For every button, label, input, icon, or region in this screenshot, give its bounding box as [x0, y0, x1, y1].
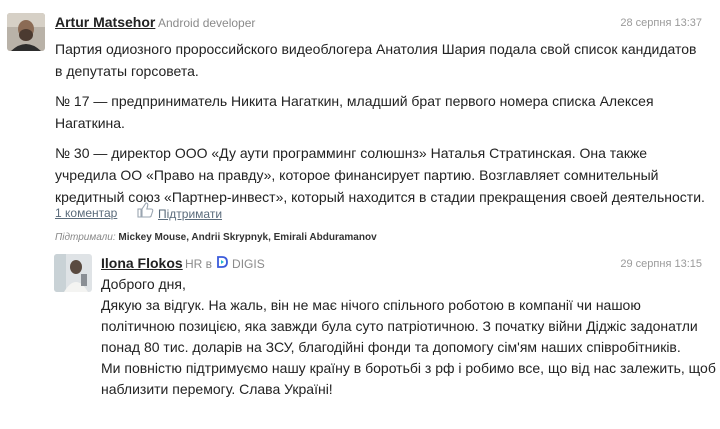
author-role: Android developer [158, 16, 256, 30]
supported-by: Підтримали: Mickey Mouse, Andrii Skrypny… [55, 232, 377, 243]
reply-date: 29 серпня 13:15 [620, 258, 702, 270]
company-name[interactable]: DIGIS [232, 257, 265, 271]
comment-body: Партия одиозного пророссийского видеобло… [55, 38, 705, 216]
supported-by-label: Підтримали: [55, 232, 116, 243]
comment-paragraph: № 30 — директор ООО «Ду аути программинг… [55, 145, 705, 205]
like-icon[interactable] [136, 202, 154, 223]
comments-count-link[interactable]: 1 коментар [55, 206, 117, 220]
reply-line: понад 80 тис. доларів на ЗСУ, благодійні… [101, 339, 681, 355]
reply-line: наблизити перемогу. Слава Україні! [101, 381, 333, 397]
reply-role-prefix: HR в [185, 256, 213, 271]
reply-role: HR в DIGIS [185, 256, 265, 271]
author-name[interactable]: Artur Matsehor [55, 14, 155, 30]
comment-paragraph: Партия одиозного пророссийского видеобло… [55, 41, 697, 79]
reply-line: Ми повністю підтримуємо нашу країну в бо… [101, 360, 716, 376]
reply-avatar[interactable] [54, 254, 92, 292]
reply-line: політичною позицією, яка завжди була сут… [101, 318, 698, 334]
digis-logo-icon[interactable] [216, 256, 228, 271]
reply-body: Доброго дня, Дякую за відгук. На жаль, в… [101, 274, 716, 400]
reply-line: Дякую за відгук. На жаль, він не має ніч… [101, 297, 641, 313]
reply-line: Доброго дня, [101, 276, 186, 292]
reply-author-name[interactable]: Ilona Flokos [101, 255, 183, 271]
supported-by-names[interactable]: Mickey Mouse, Andrii Skrypnyk, Emirali A… [118, 232, 376, 243]
avatar[interactable] [7, 13, 45, 51]
support-button[interactable]: Підтримати [158, 207, 222, 221]
comment-paragraph: № 17 — предприниматель Никита Нагаткин, … [55, 93, 654, 131]
comment-date: 28 серпня 13:37 [620, 17, 702, 29]
